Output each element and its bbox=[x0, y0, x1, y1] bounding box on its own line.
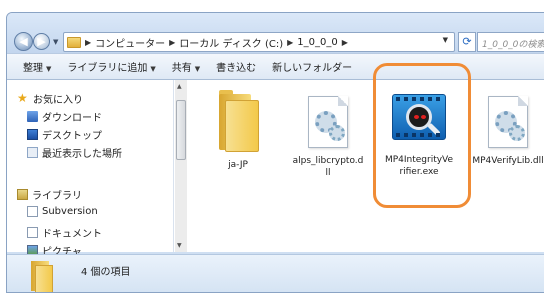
chevron-down-icon: ▼ bbox=[46, 65, 52, 73]
back-button[interactable]: ◀ bbox=[14, 32, 33, 51]
address-bar[interactable]: ▶ コンピューター ▶ ローカル ディスク (C:) ▶ 1_0_0_0 ▶ ▼ bbox=[63, 32, 455, 52]
scroll-up-icon[interactable]: ▲ bbox=[177, 83, 182, 90]
recent-places-icon bbox=[27, 147, 38, 158]
star-icon: ★ bbox=[17, 91, 28, 105]
file-label: alps_libcrypto.d ll bbox=[292, 156, 364, 178]
breadcrumb-computer[interactable]: コンピューター bbox=[95, 35, 165, 50]
chevron-right-icon[interactable]: ▶ bbox=[85, 38, 91, 47]
file-list: ja-JP alps_libcrypto.d ll MP4IntegrityVe… bbox=[187, 80, 544, 252]
organize-menu[interactable]: 整理 ▼ bbox=[23, 59, 51, 74]
nav-scrollbar[interactable]: ▲ ▼ bbox=[175, 80, 187, 252]
file-item-dll[interactable]: MP4VerifyLib.dll bbox=[468, 96, 544, 167]
nav-desktop[interactable]: デスクトップ bbox=[27, 127, 102, 142]
chevron-down-icon: ▼ bbox=[150, 65, 156, 73]
share-menu[interactable]: 共有 ▼ bbox=[172, 59, 200, 74]
item-count: 4 個の項目 bbox=[81, 267, 131, 278]
refresh-button[interactable]: ⟳ bbox=[458, 32, 476, 52]
breadcrumb-current-folder[interactable]: 1_0_0_0 bbox=[297, 37, 337, 48]
folder-icon bbox=[215, 90, 261, 152]
folder-icon bbox=[67, 36, 81, 48]
new-folder-button[interactable]: 新しいフォルダー bbox=[272, 59, 352, 74]
downloads-icon bbox=[27, 111, 38, 122]
file-item-dll[interactable]: alps_libcrypto.d ll bbox=[288, 96, 368, 179]
scroll-down-icon[interactable]: ▼ bbox=[177, 242, 182, 249]
recent-pages-dropdown[interactable]: ▼ bbox=[53, 38, 58, 46]
nav-recent-places[interactable]: 最近表示した場所 bbox=[27, 145, 122, 160]
navigation-pane: ★ お気に入り ダウンロード デスクトップ 最近表示した場所 ライブラリ Sub… bbox=[7, 80, 174, 258]
chevron-down-icon: ▼ bbox=[194, 65, 201, 73]
file-item-folder[interactable]: ja-JP bbox=[198, 90, 278, 171]
dll-file-icon bbox=[308, 96, 348, 148]
nav-documents[interactable]: ドキュメント bbox=[27, 225, 102, 240]
explorer-window: ◀ ▶ ▼ ▶ コンピューター ▶ ローカル ディスク (C:) ▶ 1_0_0… bbox=[6, 12, 544, 293]
library-icon bbox=[17, 189, 28, 200]
chevron-right-icon[interactable]: ▶ bbox=[342, 38, 348, 47]
document-library-icon bbox=[27, 206, 38, 217]
chevron-right-icon[interactable]: ▶ bbox=[287, 38, 293, 47]
forward-button[interactable]: ▶ bbox=[33, 33, 50, 50]
scrollbar-thumb[interactable] bbox=[176, 100, 186, 160]
folder-icon bbox=[29, 259, 55, 292]
address-row: ◀ ▶ ▼ ▶ コンピューター ▶ ローカル ディスク (C:) ▶ 1_0_0… bbox=[7, 13, 544, 53]
breadcrumb-local-disk[interactable]: ローカル ディスク (C:) bbox=[179, 35, 283, 50]
details-pane: 4 個の項目 bbox=[7, 254, 544, 292]
desktop-icon bbox=[27, 129, 38, 140]
dll-file-icon bbox=[488, 96, 528, 148]
highlight-ring bbox=[373, 63, 471, 208]
add-to-library-menu[interactable]: ライブラリに追加 ▼ bbox=[67, 59, 155, 74]
nav-favorites[interactable]: ★ お気に入り bbox=[17, 91, 83, 106]
search-input[interactable]: 1_0_0_0の検索 bbox=[477, 32, 544, 52]
nav-libraries[interactable]: ライブラリ bbox=[17, 187, 82, 202]
chevron-right-icon[interactable]: ▶ bbox=[169, 38, 175, 47]
nav-downloads[interactable]: ダウンロード bbox=[27, 109, 102, 124]
address-dropdown-icon[interactable]: ▼ bbox=[443, 36, 448, 44]
nav-subversion[interactable]: Subversion bbox=[27, 206, 98, 217]
burn-button[interactable]: 書き込む bbox=[216, 59, 256, 74]
document-icon bbox=[27, 227, 38, 238]
